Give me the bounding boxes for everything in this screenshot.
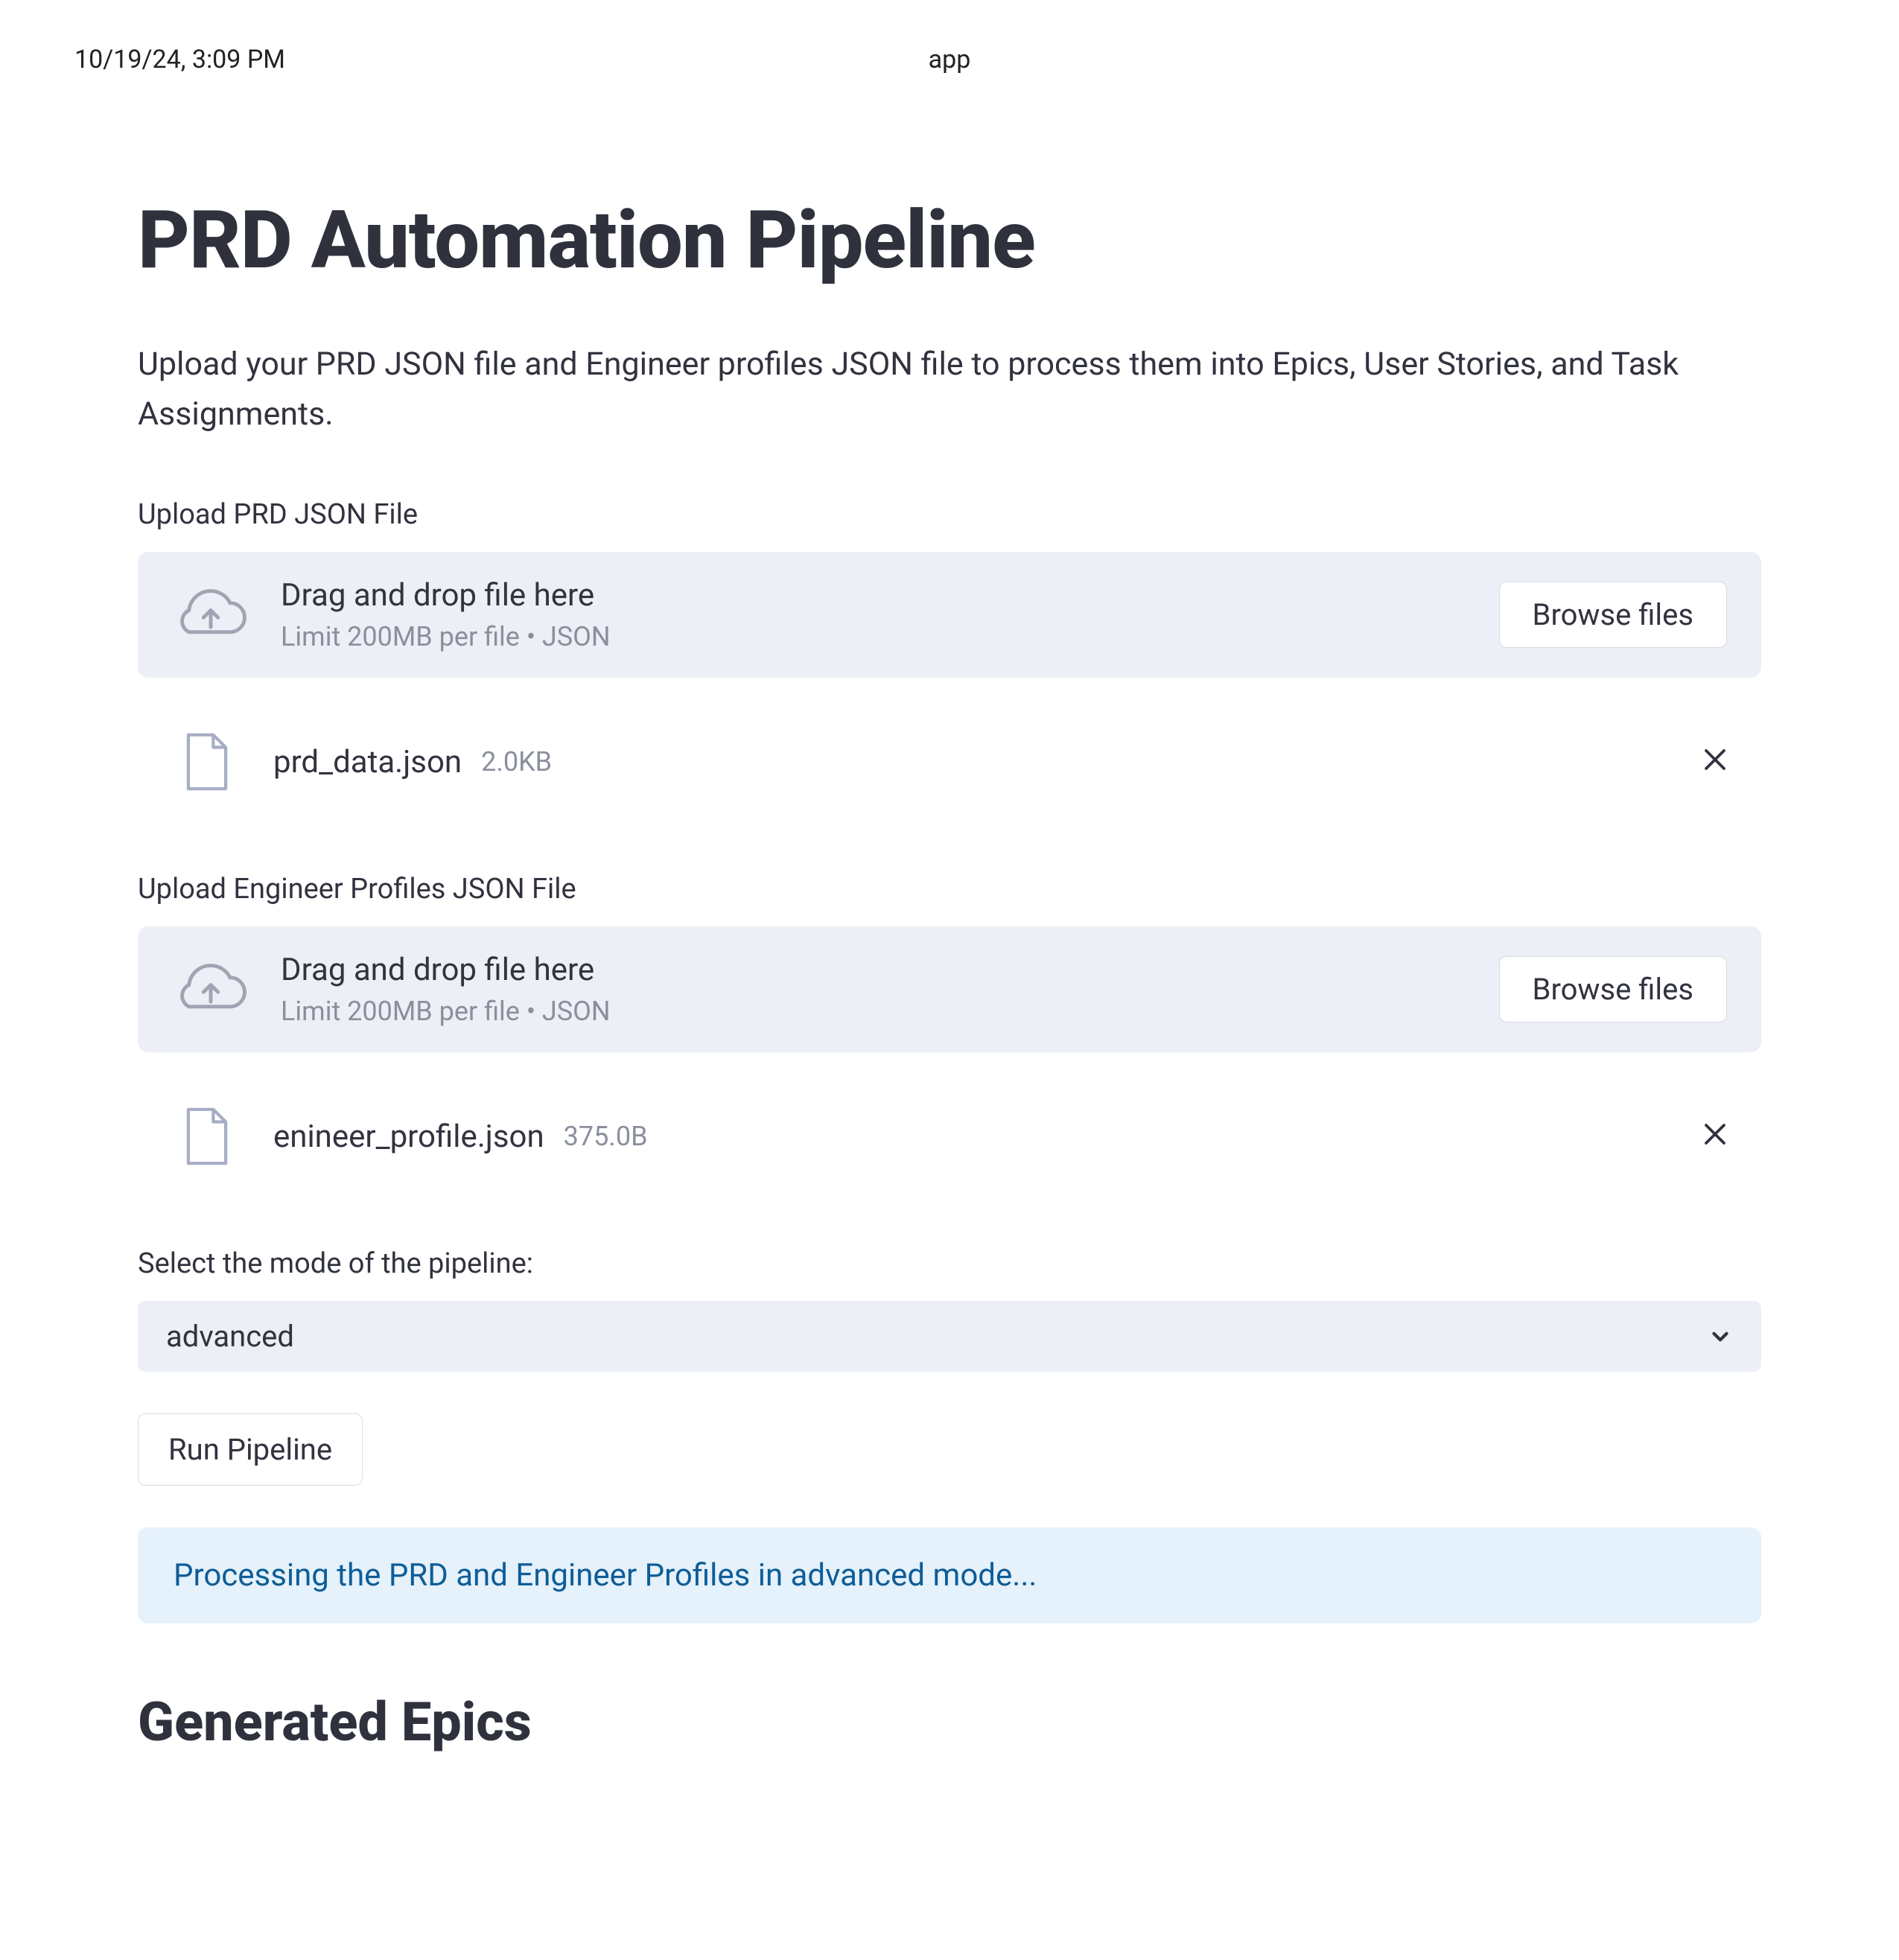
dropzone-text: Drag and drop file here Limit 200MB per … [281,577,1499,652]
run-pipeline-button[interactable]: Run Pipeline [138,1413,363,1486]
generated-epics-heading: Generated Epics [138,1690,1761,1754]
browse-files-button[interactable]: Browse files [1499,956,1727,1022]
file-name: enineer_profile.json [273,1119,544,1155]
close-icon [1702,746,1728,773]
browse-files-button[interactable]: Browse files [1499,582,1727,648]
remove-file-button[interactable] [1694,1112,1736,1161]
print-title: app [929,45,971,74]
main-container: PRD Automation Pipeline Upload your PRD … [138,74,1761,1754]
print-header: 10/19/24, 3:09 PM app [0,0,1899,74]
chevron-down-icon [1708,1324,1733,1349]
file-icon [182,733,232,791]
upload-engineer-label: Upload Engineer Profiles JSON File [138,873,1761,906]
close-icon [1702,1121,1728,1148]
page-title: PRD Automation Pipeline [138,194,1761,287]
upload-prd-dropzone[interactable]: Drag and drop file here Limit 200MB per … [138,552,1761,678]
file-size: 375.0B [564,1121,648,1152]
upload-prd-label: Upload PRD JSON File [138,498,1761,531]
dropzone-title: Drag and drop file here [281,577,1499,614]
uploaded-file-row-prd: prd_data.json 2.0KB [138,710,1761,813]
file-name: prd_data.json [273,744,462,780]
file-icon [182,1107,232,1165]
mode-select-value: advanced [166,1319,1708,1354]
remove-file-button[interactable] [1694,737,1736,786]
print-timestamp: 10/19/24, 3:09 PM [74,45,285,74]
dropzone-hint: Limit 200MB per file • JSON [281,996,1499,1027]
status-banner: Processing the PRD and Engineer Profiles… [138,1527,1761,1623]
dropzone-text: Drag and drop file here Limit 200MB per … [281,952,1499,1027]
mode-select-label: Select the mode of the pipeline: [138,1247,1761,1280]
mode-select[interactable]: advanced [138,1301,1761,1372]
file-size: 2.0KB [481,746,552,777]
dropzone-title: Drag and drop file here [281,952,1499,988]
page-subtitle: Upload your PRD JSON file and Engineer p… [138,340,1731,439]
upload-engineer-dropzone[interactable]: Drag and drop file here Limit 200MB per … [138,926,1761,1052]
uploaded-file-row-engineer: enineer_profile.json 375.0B [138,1085,1761,1188]
cloud-upload-icon [172,959,249,1020]
dropzone-hint: Limit 200MB per file • JSON [281,621,1499,652]
cloud-upload-icon [172,585,249,646]
